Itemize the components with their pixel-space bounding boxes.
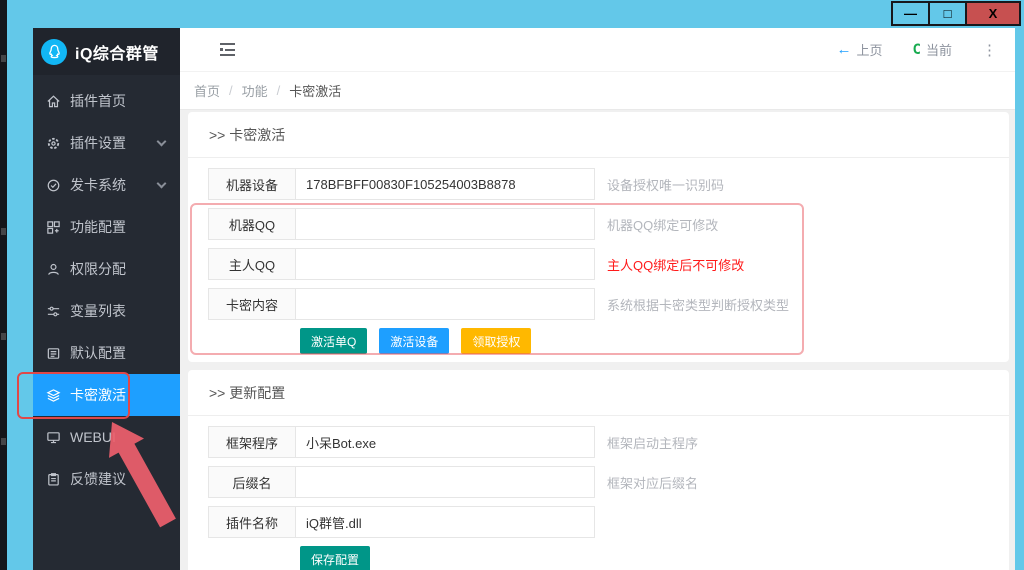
breadcrumb-function[interactable]: 功能 [242, 81, 268, 100]
sidebar-item-plugin-home[interactable]: 插件首页 [33, 80, 180, 122]
breadcrumb-current: 卡密激活 [289, 84, 342, 99]
more-menu-icon[interactable]: ⋮ [982, 41, 997, 59]
breadcrumb-home[interactable]: 首页 [194, 81, 220, 100]
gear-icon [47, 137, 60, 149]
activation-buttons: 激活单Q 激活设备 领取授权 [300, 328, 989, 354]
suffix-row: 后缀名 框架对应后缀名 [208, 466, 989, 498]
user-icon [48, 263, 59, 275]
content: >> 卡密激活 机器设备 设备授权唯一识别码 机器QQ 机器QQ绑定可修改 主人… [180, 110, 1015, 570]
components-icon [47, 220, 60, 234]
machine-qq-hint: 机器QQ绑定可修改 [607, 217, 719, 233]
framework-program-input[interactable] [295, 426, 595, 458]
window-controls: — □ X [891, 1, 1021, 26]
collapse-sidebar-icon[interactable] [220, 43, 235, 56]
layers-icon [46, 388, 61, 402]
save-config-button[interactable]: 保存配置 [300, 546, 371, 570]
chevron-down-icon [156, 178, 167, 189]
panel-title: >> 卡密激活 [188, 112, 1009, 158]
refresh-icon: C [912, 41, 921, 58]
owner-qq-hint: 主人QQ绑定后不可修改 [607, 257, 745, 273]
list-config-icon [47, 347, 60, 359]
breadcrumb: 首页 / 功能 / 卡密激活 [180, 72, 1015, 110]
machine-device-hint: 设备授权唯一识别码 [607, 177, 725, 193]
close-button[interactable]: X [965, 1, 1021, 26]
sidebar-item-webui[interactable]: WEBUI [33, 416, 180, 458]
topbar: ← 上页 C 当前 ⋮ [180, 28, 1015, 72]
sidebar: iQ综合群管 插件首页 插件设置 发卡系统 功能配置 权限分配 变量列表 默认配… [33, 28, 180, 570]
home-icon [47, 94, 60, 107]
sliders-icon [47, 306, 60, 316]
topbar-actions: ← 上页 C 当前 ⋮ [837, 40, 997, 59]
card-key-row: 卡密内容 系统根据卡密类型判断授权类型 [208, 288, 989, 320]
feedback-icon [48, 472, 59, 486]
owner-qq-input[interactable] [295, 248, 595, 280]
save-buttons: 保存配置 [300, 546, 989, 570]
refresh-current-button[interactable]: C 当前 [913, 40, 952, 59]
machine-qq-input[interactable] [295, 208, 595, 240]
minimize-button[interactable]: — [891, 1, 930, 26]
sidebar-item-plugin-settings[interactable]: 插件设置 [33, 122, 180, 164]
machine-device-input[interactable] [295, 168, 595, 200]
panel-title: >> 更新配置 [188, 370, 1009, 416]
app-logo: iQ综合群管 [33, 28, 180, 75]
window-frame-left [7, 28, 33, 570]
owner-qq-row: 主人QQ 主人QQ绑定后不可修改 [208, 248, 989, 280]
sidebar-item-feedback[interactable]: 反馈建议 [33, 458, 180, 500]
activate-single-q-button[interactable]: 激活单Q [300, 328, 368, 354]
qq-penguin-icon [41, 38, 67, 65]
prev-page-button[interactable]: ← 上页 [837, 40, 883, 59]
sidebar-item-variables[interactable]: 变量列表 [33, 290, 180, 332]
sidebar-item-card-activation[interactable]: 卡密激活 [33, 374, 180, 416]
scrollbar[interactable] [1015, 28, 1024, 570]
back-arrow-icon: ← [836, 41, 852, 58]
activate-device-button[interactable]: 激活设备 [379, 328, 450, 354]
sidebar-item-default-config[interactable]: 默认配置 [33, 332, 180, 374]
suffix-hint: 框架对应后缀名 [607, 475, 699, 491]
maximize-button[interactable]: □ [928, 1, 967, 26]
update-config-panel: >> 更新配置 框架程序 框架启动主程序 后缀名 框架对应后缀名 插件名称 [188, 370, 1009, 570]
card-activation-panel: >> 卡密激活 机器设备 设备授权唯一识别码 机器QQ 机器QQ绑定可修改 主人… [188, 112, 1009, 362]
sidebar-item-permission[interactable]: 权限分配 [33, 248, 180, 290]
card-key-hint: 系统根据卡密类型判断授权类型 [607, 297, 790, 313]
card-key-input[interactable] [295, 288, 595, 320]
plugin-name-row: 插件名称 [208, 506, 989, 538]
machine-device-row: 机器设备 设备授权唯一识别码 [208, 168, 989, 200]
machine-qq-row: 机器QQ 机器QQ绑定可修改 [208, 208, 989, 240]
chevron-down-icon [156, 136, 167, 147]
app-title: iQ综合群管 [75, 45, 159, 63]
suffix-input[interactable] [295, 466, 595, 498]
framework-program-row: 框架程序 框架启动主程序 [208, 426, 989, 458]
sidebar-item-card-system[interactable]: 发卡系统 [33, 164, 180, 206]
sidebar-item-function-config[interactable]: 功能配置 [33, 206, 180, 248]
main-area: ← 上页 C 当前 ⋮ 首页 / 功能 / 卡密激活 >> 卡密激活 机器设备 … [180, 28, 1015, 570]
monitor-icon [47, 431, 60, 443]
window-titlebar: — □ X [7, 0, 1024, 28]
framework-program-hint: 框架启动主程序 [607, 435, 699, 451]
sidebar-menu: 插件首页 插件设置 发卡系统 功能配置 权限分配 变量列表 默认配置 卡密激活 … [33, 75, 180, 500]
circle-check-icon [47, 179, 60, 191]
plugin-name-input[interactable] [295, 506, 595, 538]
background-window-edge [0, 0, 7, 570]
claim-authorization-button[interactable]: 领取授权 [461, 328, 532, 354]
